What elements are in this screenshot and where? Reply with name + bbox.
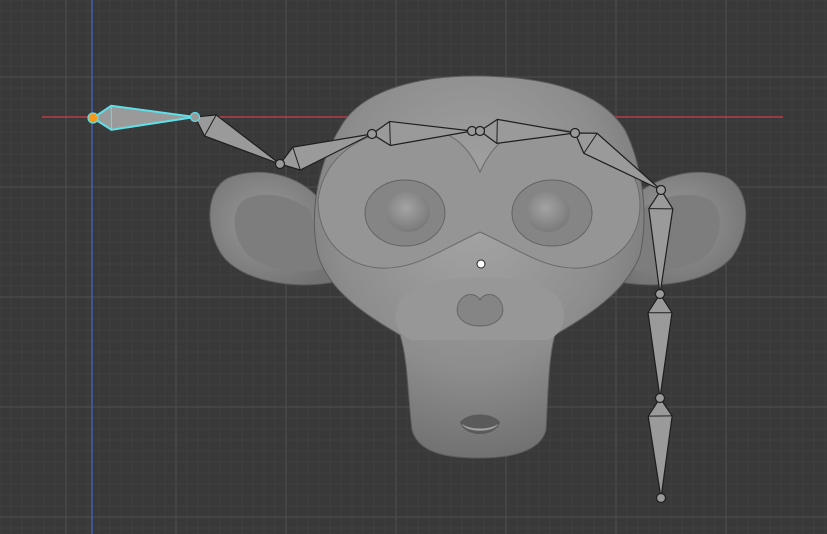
bone[interactable] — [647, 292, 673, 399]
3d-viewport[interactable] — [0, 0, 827, 534]
selected-bone[interactable] — [91, 104, 196, 131]
bone-joint[interactable] — [189, 111, 201, 123]
right-eyeball — [526, 192, 570, 232]
bone-joint[interactable] — [654, 288, 666, 300]
nose — [456, 294, 504, 327]
bone-edge — [496, 119, 498, 144]
bone-joint[interactable] — [274, 158, 286, 170]
origin-dot-icon[interactable] — [476, 259, 486, 269]
bone-joint[interactable] — [87, 112, 99, 124]
bone-joint[interactable] — [474, 125, 486, 137]
bone-joint[interactable] — [654, 392, 666, 404]
bone-joint[interactable] — [569, 127, 581, 139]
left-eyeball — [386, 192, 430, 232]
bone[interactable] — [647, 396, 673, 499]
bone-joint[interactable] — [655, 184, 667, 196]
bone-joint[interactable] — [366, 128, 378, 140]
bone-joint[interactable] — [655, 492, 667, 504]
bone[interactable] — [194, 114, 281, 165]
